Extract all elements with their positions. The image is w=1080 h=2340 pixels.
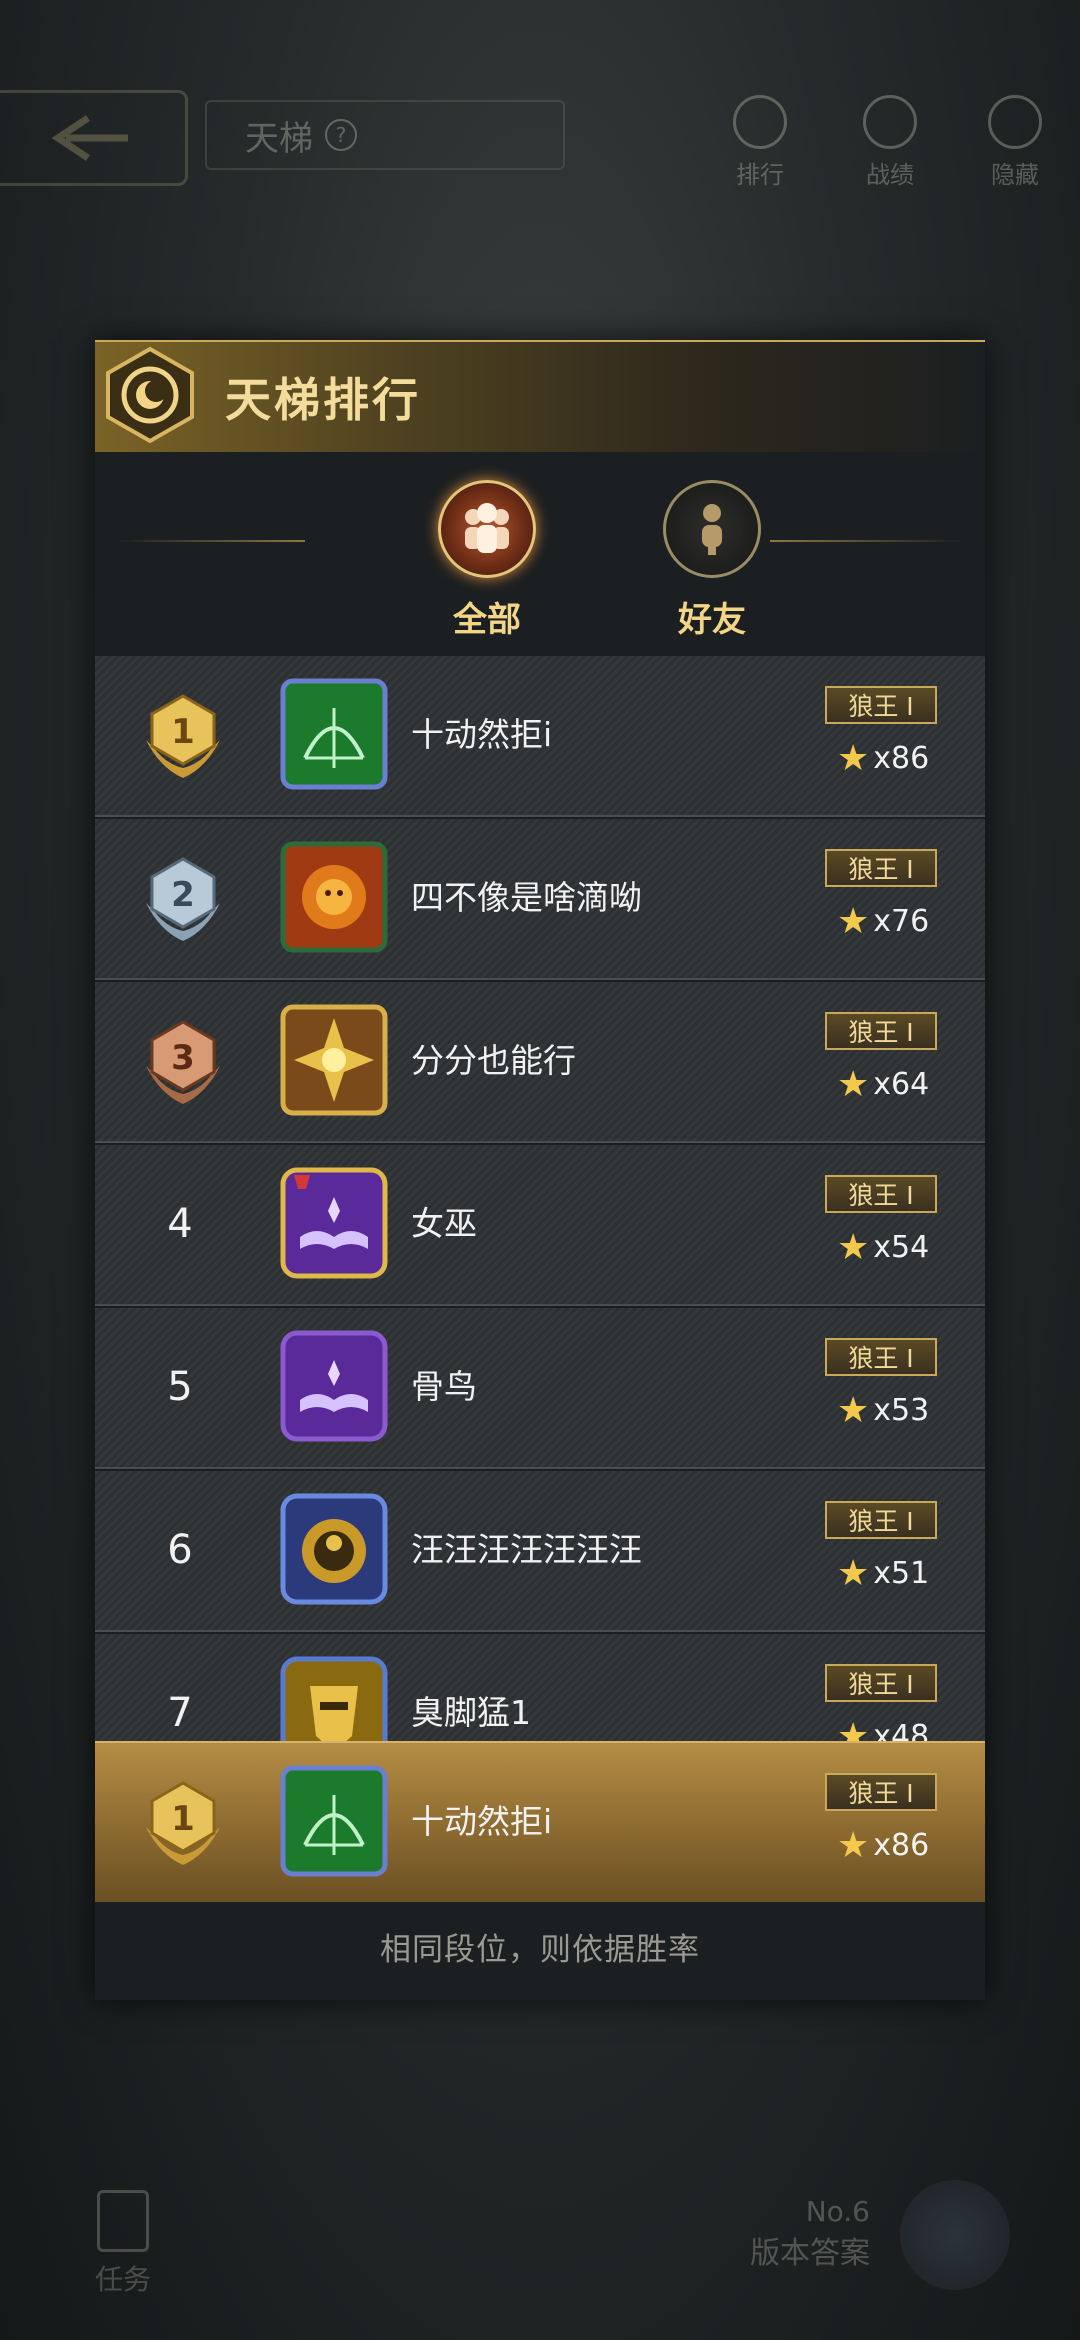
ranking-row[interactable]: 3 分分也能行 狼王 I ★ x64 — [95, 982, 985, 1143]
nav-hidden: 隐藏 — [970, 95, 1060, 190]
tier-badge: 狼王 I — [825, 1338, 937, 1376]
star-count: ★ x86 — [837, 738, 930, 779]
nav-record: 战绩 — [845, 95, 935, 190]
bow-icon — [280, 678, 388, 790]
player-name: 十动然拒i — [411, 1802, 553, 1841]
version-answer: No.6 版本答案 — [750, 2195, 870, 2271]
trophy-icon — [733, 95, 787, 149]
tier-badge: 狼王 I — [825, 1773, 937, 1811]
svg-text:2: 2 — [171, 875, 195, 915]
tab-all-label: 全部 — [453, 600, 521, 640]
tier-badge: 狼王 I — [825, 686, 937, 724]
ranking-list[interactable]: 1 十动然拒i 狼王 I ★ x86 2 四不像是啥滴呦 狼王 I ★ x76 … — [95, 656, 985, 1741]
tier-badge: 狼王 I — [825, 1012, 937, 1050]
tier-badge: 狼王 I — [825, 1175, 937, 1213]
task-button: 任务 — [95, 2190, 151, 2298]
ranking-row[interactable]: 6 汪汪汪汪汪汪汪 狼王 I ★ x51 — [95, 1471, 985, 1632]
panel-title: 天梯排行 — [225, 373, 421, 427]
ranking-row[interactable]: 2 四不像是啥滴呦 狼王 I ★ x76 — [95, 819, 985, 980]
player-name: 十动然拒i — [411, 715, 553, 754]
star-count: ★ x51 — [837, 1553, 930, 1594]
svg-text:1: 1 — [171, 712, 195, 752]
lion-icon — [280, 841, 388, 953]
rank-number: 4 — [167, 1201, 193, 1247]
tier-badge: 狼王 I — [825, 849, 937, 887]
player-name: 四不像是啥滴呦 — [411, 878, 642, 917]
ladder-ranking-panel: 天梯排行 全部 好友 1 十动然拒i 狼王 I ★ x86 2 四不像是啥滴呦 … — [95, 340, 985, 2000]
tier-badge: 狼王 I — [825, 1501, 937, 1539]
tab-divider-right — [770, 540, 965, 542]
star-icon: ★ — [837, 1716, 870, 1741]
star-count: ★ x86 — [837, 1825, 930, 1866]
star-icon: ★ — [837, 1064, 870, 1105]
tab-friends-label: 好友 — [678, 600, 746, 640]
group-icon — [438, 480, 536, 578]
star-count: ★ x76 — [837, 901, 930, 942]
svg-text:3: 3 — [171, 1038, 195, 1078]
silver-medal-icon: 2 — [146, 857, 220, 941]
bow-icon — [280, 1765, 388, 1877]
star-count: ★ x54 — [837, 1227, 930, 1268]
book-icon — [280, 1167, 388, 1279]
player-name: 分分也能行 — [411, 1041, 576, 1080]
bronze-medal-icon: 3 — [146, 1020, 220, 1104]
rank-number: 7 — [167, 1690, 193, 1736]
my-ranking-row[interactable]: 1 十动然拒i 狼王 I ★ x86 — [95, 1741, 985, 1902]
player-name: 臭脚猛1 — [411, 1693, 531, 1732]
rank-number: 5 — [167, 1364, 193, 1410]
star-icon: ★ — [837, 1825, 870, 1866]
back-arrow-icon — [51, 115, 128, 161]
tab-friends[interactable]: 好友 — [652, 480, 772, 641]
ranking-row[interactable]: 5 骨鸟 狼王 I ★ x53 — [95, 1308, 985, 1469]
player-name: 汪汪汪汪汪汪汪 — [411, 1530, 642, 1569]
version-emblem-icon — [900, 2180, 1010, 2290]
gold-medal-icon: 1 — [146, 694, 220, 778]
svg-text:1: 1 — [171, 1799, 195, 1839]
sun-icon — [280, 1004, 388, 1116]
player-name: 骨鸟 — [411, 1367, 477, 1406]
mask-icon — [280, 1656, 388, 1741]
star-count: ★ x64 — [837, 1064, 930, 1105]
star-icon: ★ — [837, 1390, 870, 1431]
ranking-row[interactable]: 7 臭脚猛1 狼王 I ★ x48 — [95, 1634, 985, 1741]
panel-header: 天梯排行 — [95, 340, 985, 452]
gold-medal-icon: 1 — [146, 1781, 220, 1865]
back-button — [0, 90, 188, 186]
nav-ranking: 排行 — [715, 95, 805, 190]
face-icon — [988, 95, 1042, 149]
background-topbar: 天梯 ? 排行 战绩 隐藏 — [0, 80, 1080, 190]
tab-divider-left — [115, 540, 305, 542]
star-icon: ★ — [837, 901, 870, 942]
task-icon — [97, 2190, 149, 2252]
book-icon — [280, 1330, 388, 1442]
ranking-rule-note: 相同段位，则依据胜率 — [380, 1932, 700, 1968]
tier-badge: 狼王 I — [825, 1664, 937, 1702]
star-icon: ★ — [837, 1553, 870, 1594]
ranking-row[interactable]: 1 十动然拒i 狼王 I ★ x86 — [95, 656, 985, 817]
ranking-row[interactable]: 4 女巫 狼王 I ★ x54 — [95, 1145, 985, 1306]
background-title: 天梯 ? — [205, 100, 565, 170]
tab-all[interactable]: 全部 — [427, 480, 547, 641]
ladder-emblem-icon — [106, 346, 194, 444]
star-count: ★ x53 — [837, 1390, 930, 1431]
player-name: 女巫 — [411, 1204, 477, 1243]
star-icon: ★ — [837, 738, 870, 779]
star-icon: ★ — [837, 1227, 870, 1268]
star-count: ★ x48 — [837, 1716, 929, 1741]
shield-icon — [863, 95, 917, 149]
helmet-icon — [280, 1493, 388, 1605]
help-icon: ? — [325, 119, 357, 151]
person-icon — [663, 480, 761, 578]
rank-number: 6 — [167, 1527, 193, 1573]
